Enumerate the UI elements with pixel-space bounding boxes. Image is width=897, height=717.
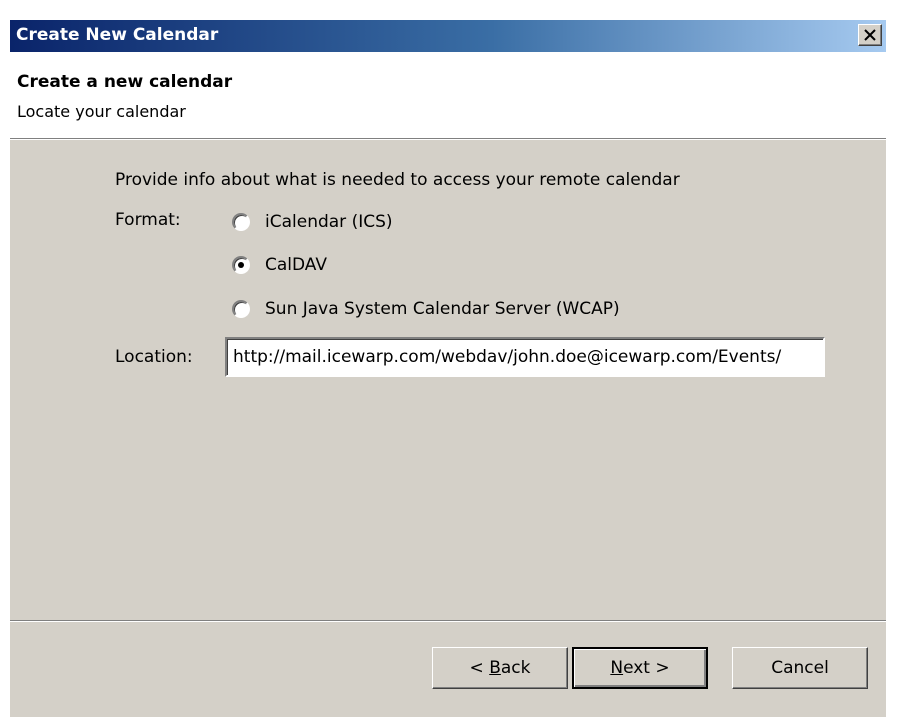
format-option-caldav[interactable]: CalDAV [232, 253, 327, 277]
title-bar[interactable]: Create New Calendar [10, 20, 886, 52]
radio-caldav[interactable] [232, 256, 250, 274]
back-button-label: < Back [469, 658, 531, 678]
format-label: Format: [115, 210, 181, 230]
location-label: Location: [115, 347, 193, 367]
wizard-header: Create a new calendar Locate your calend… [10, 52, 886, 139]
window-title: Create New Calendar [16, 25, 219, 45]
location-input[interactable]: http://mail.icewarp.com/webdav/john.doe@… [225, 337, 825, 377]
radio-ics-label: iCalendar (ICS) [265, 212, 393, 232]
radio-wcap-label: Sun Java System Calendar Server (WCAP) [265, 299, 620, 319]
cancel-button-label: Cancel [771, 658, 829, 678]
radio-caldav-label: CalDAV [265, 255, 327, 275]
header-divider [10, 139, 886, 140]
header-subtitle: Locate your calendar [17, 102, 186, 121]
intro-text: Provide info about what is needed to acc… [115, 170, 680, 190]
close-icon [864, 29, 876, 41]
cancel-button[interactable]: Cancel [732, 647, 868, 689]
back-button[interactable]: < Back [432, 647, 568, 689]
create-calendar-dialog: Create New Calendar Create a new calenda… [10, 20, 886, 717]
format-option-wcap[interactable]: Sun Java System Calendar Server (WCAP) [232, 297, 620, 321]
next-button[interactable]: Next > [572, 647, 708, 689]
header-title: Create a new calendar [17, 72, 233, 92]
radio-wcap[interactable] [232, 300, 250, 318]
close-button[interactable] [858, 24, 882, 46]
next-button-label: Next > [610, 658, 670, 678]
radio-ics[interactable] [232, 213, 250, 231]
format-option-ics[interactable]: iCalendar (ICS) [232, 210, 393, 234]
